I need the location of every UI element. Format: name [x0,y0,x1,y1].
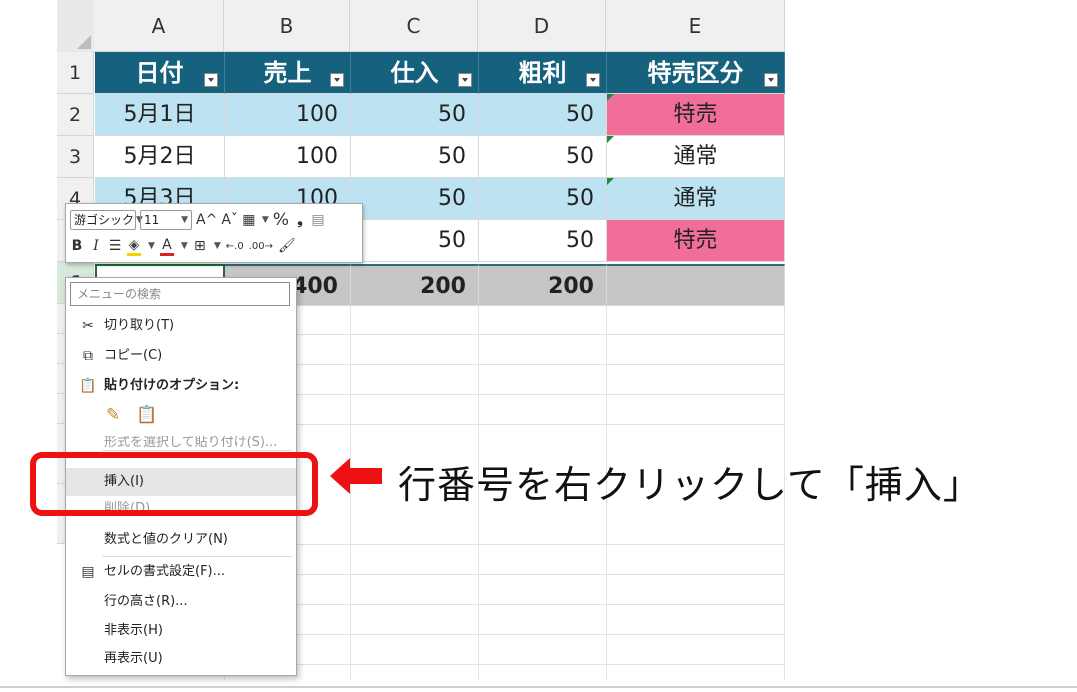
format-cells-icon: ▤ [81,564,95,580]
increase-decimal-icon[interactable]: ←.0 [226,241,244,252]
instruction-caption: 行番号を右クリックして「挿入」 [398,463,982,507]
column-header-a[interactable]: A [94,0,224,52]
percent-style-icon[interactable]: % [273,210,289,230]
formula-error-indicator [607,178,614,185]
formula-error-indicator [607,136,614,143]
column-header-c[interactable]: C [350,0,478,52]
format-painter-icon[interactable]: 🖌 [278,238,296,254]
table-cell[interactable]: 特売 [607,220,785,262]
borders-icon[interactable]: ⊞ [193,238,207,254]
mini-toolbar-row-2: B I ☰ ◈ ▼ A ▼ ⊞ ▼ ←.0 .00→ 🖌 [70,234,296,258]
scissors-icon: ✂ [82,318,94,334]
filter-dropdown-icon[interactable] [458,73,472,87]
table-cell[interactable]: 50 [479,220,607,262]
filter-dropdown-icon[interactable] [586,73,600,87]
bold-button[interactable]: B [70,238,84,254]
table-total-cell[interactable] [607,264,785,306]
menu-item-hide[interactable]: 非表示(H) [66,617,296,645]
chevron-down-icon[interactable]: ▼ [181,241,188,251]
menu-item-format-cells[interactable]: ▤ セルの書式設定(F)... [66,558,296,586]
left-arrow-icon [330,458,382,494]
table-cell[interactable]: 5月1日 [95,94,225,136]
row-header-2[interactable]: 2 [57,94,94,136]
table-cell[interactable]: 50 [479,136,607,178]
chevron-down-icon[interactable]: ▼ [262,215,269,225]
menu-item-row-height[interactable]: 行の高さ(R)... [66,588,296,616]
copy-icon: ⧉ [83,348,93,364]
decrease-decimal-icon[interactable]: .00→ [249,241,273,252]
menu-item-unhide[interactable]: 再表示(U) [66,645,296,673]
highlight-box [30,452,318,516]
table-cell[interactable]: 5月2日 [95,136,225,178]
comma-style-icon[interactable]: ❟ [293,212,307,228]
column-header-b[interactable]: B [224,0,350,52]
clipboard-icon: 📋 [79,378,97,394]
row-header-3[interactable]: 3 [57,136,94,178]
table-header-date[interactable]: 日付 [95,52,225,94]
table-cell[interactable]: 50 [351,94,479,136]
formula-error-indicator [607,94,614,101]
shrink-font-icon[interactable]: Aˇ [221,212,238,228]
table-header-sale-category[interactable]: 特売区分 [607,52,785,94]
table-cell[interactable]: 50 [351,136,479,178]
menu-item-copy[interactable]: ⧉ コピー(C) [66,342,296,370]
mini-toolbar-row-1: 游ゴシック ▼ 11 ▼ A^ Aˇ ▦ ▼ % ❟ ▤ [70,208,325,232]
menu-search-input[interactable]: メニューの検索 [70,282,290,306]
column-header-e[interactable]: E [606,0,785,52]
page-divider [0,686,1077,688]
table-header-purchase[interactable]: 仕入 [351,52,479,94]
mini-toolbar: 游ゴシック ▼ 11 ▼ A^ Aˇ ▦ ▼ % ❟ ▤ B I ☰ ◈ ▼ A ▼ ⊞ ▼… [65,203,363,263]
align-icon[interactable]: ☰ [108,238,122,254]
filter-dropdown-icon[interactable] [204,73,218,87]
menu-separator [102,556,292,557]
table-cell[interactable]: 100 [225,136,351,178]
menu-separator [102,450,292,451]
table-cell[interactable]: 50 [479,94,607,136]
paste-formulas-icon[interactable]: ✎ [106,405,126,425]
table-total-cell[interactable]: 200 [351,264,479,306]
table-cell[interactable]: 50 [351,220,479,262]
font-color-icon[interactable]: A [159,237,174,256]
grow-font-icon[interactable]: A^ [196,212,217,228]
chevron-down-icon[interactable]: ▼ [148,241,155,251]
menu-item-clear-contents[interactable]: 数式と値のクリア(N) [66,526,296,554]
table-cell[interactable]: 50 [479,178,607,220]
format-table-icon[interactable]: ▤ [311,212,325,228]
menu-item-paste-options: 📋 貼り付けのオプション: [66,372,296,400]
paste-icon[interactable]: 📋 [136,405,157,425]
menu-item-cut[interactable]: ✂ 切り取り(T) [66,312,296,340]
column-header-d[interactable]: D [478,0,606,52]
chevron-down-icon[interactable]: ▼ [214,241,221,251]
table-header-gross-profit[interactable]: 粗利 [479,52,607,94]
number-format-icon[interactable]: ▦ [242,212,256,228]
table-cell[interactable]: 100 [225,94,351,136]
select-all-corner[interactable] [57,0,95,53]
fill-color-icon[interactable]: ◈ [127,237,141,256]
table-header-sales[interactable]: 売上 [225,52,351,94]
italic-button[interactable]: I [89,238,103,254]
table-total-cell[interactable]: 200 [479,264,607,306]
table-cell[interactable]: 特売 [607,94,785,136]
table-cell[interactable]: 通常 [607,136,785,178]
filter-dropdown-icon[interactable] [764,73,778,87]
row-header-1[interactable]: 1 [57,52,94,94]
menu-item-paste-special[interactable]: 形式を選択して貼り付け(S)... [66,436,296,450]
table-cell[interactable]: 50 [351,178,479,220]
filter-dropdown-icon[interactable] [330,73,344,87]
font-size-select[interactable]: 11 ▼ [140,210,192,230]
chevron-down-icon: ▼ [181,215,188,225]
font-name-select[interactable]: 游ゴシック ▼ [70,210,143,230]
table-cell[interactable]: 通常 [607,178,785,220]
